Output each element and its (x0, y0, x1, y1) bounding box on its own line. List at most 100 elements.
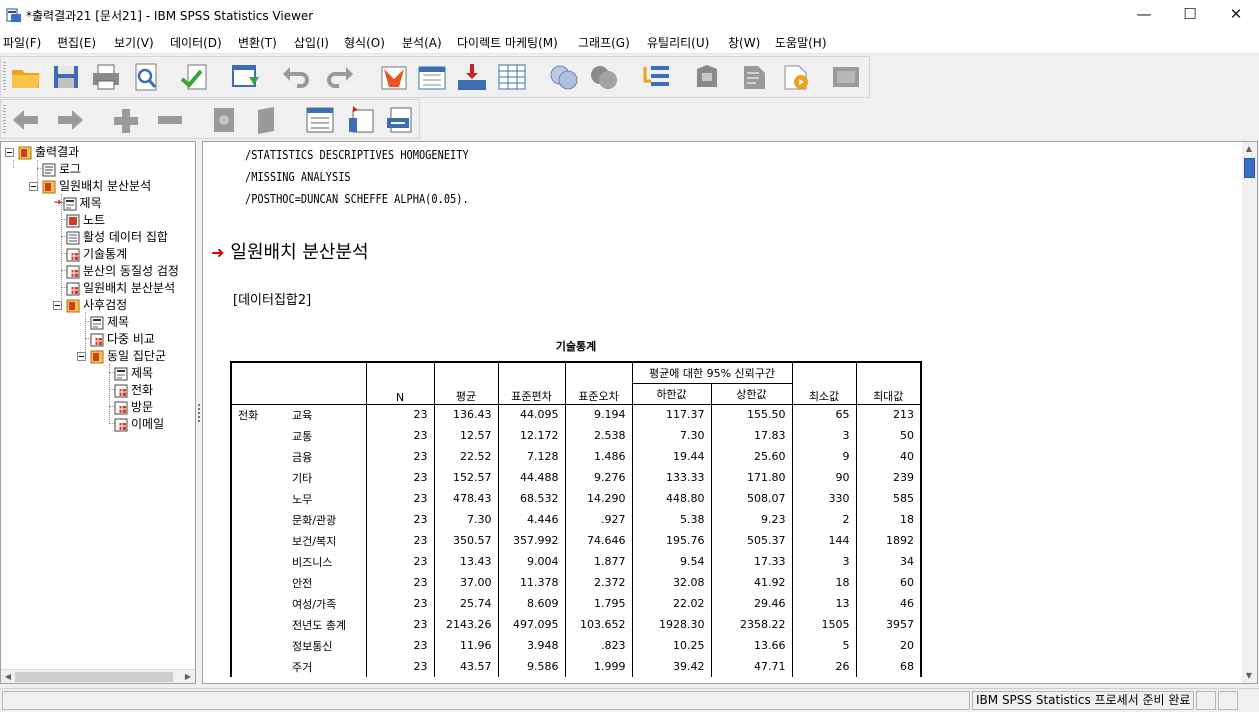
data-editor-icon[interactable] (495, 61, 529, 93)
close-button[interactable]: ✕ (1213, 0, 1259, 30)
insert-title-icon[interactable] (345, 104, 379, 136)
arrow-right-icon: ➜ (211, 243, 225, 262)
menu-data[interactable]: 데이터(D) (170, 34, 222, 51)
run-script-icon[interactable] (691, 61, 725, 93)
outline-horizontal-scrollbar[interactable]: ◀ ▶ (1, 669, 195, 683)
maximize-button[interactable]: ☐ (1167, 0, 1213, 30)
outline-item[interactable]: 동일 집단군 (77, 348, 166, 365)
scroll-left-icon[interactable]: ◀ (1, 670, 15, 683)
hide-icon[interactable] (779, 61, 813, 93)
menu-analyze[interactable]: 분석(A) (402, 34, 442, 51)
forward-icon[interactable] (53, 104, 87, 136)
collapse-toggle-icon[interactable] (29, 182, 38, 191)
value-cell: 40 (855, 446, 922, 467)
value-cell: 5 (791, 635, 856, 656)
outline-item-label: 제목 (79, 196, 102, 210)
print-preview-icon[interactable] (129, 61, 163, 93)
variables-icon[interactable] (455, 61, 489, 93)
outline-item[interactable]: 방문 (114, 399, 153, 416)
menu-edit[interactable]: 편집(E) (57, 34, 96, 51)
menu-help[interactable]: 도움말(H) (775, 34, 827, 51)
outline-item[interactable]: 제목 (90, 314, 129, 331)
outline-item[interactable]: 로그 (42, 161, 81, 178)
collapse-toggle-icon[interactable] (77, 352, 86, 361)
open-folder-icon[interactable] (9, 61, 43, 93)
descriptives-table[interactable]: N 평균 표준편차 표준오차 평균에 대한 95% 신뢰구간 최소값 최대값 하… (230, 361, 922, 677)
menu-format[interactable]: 형식(O) (344, 34, 385, 51)
insert-heading-icon[interactable] (303, 104, 337, 136)
menu-view[interactable]: 보기(V) (114, 34, 154, 51)
menu-direct-marketing[interactable]: 다이렉트 마케팅(M) (457, 34, 558, 51)
toolbar-grip[interactable] (3, 62, 6, 92)
menu-window[interactable]: 창(W) (728, 34, 760, 51)
table-icon (114, 401, 128, 415)
scroll-right-icon[interactable]: ▶ (181, 670, 195, 683)
outline-item[interactable]: 전화 (114, 382, 153, 399)
redo-icon[interactable] (323, 61, 357, 93)
toolbar-grip[interactable] (3, 105, 6, 133)
outline-item-label: 제목 (131, 366, 154, 380)
hide-icon[interactable] (251, 104, 285, 136)
minimize-button[interactable]: — (1121, 0, 1167, 30)
menu-transform[interactable]: 변환(T) (238, 34, 277, 51)
show-all-icon[interactable] (737, 61, 771, 93)
recall-dialog-icon[interactable] (229, 61, 263, 93)
value-cell: 39.42 (631, 656, 711, 677)
collapse-toggle-icon[interactable] (53, 301, 62, 310)
col-header: 최소값 (791, 361, 856, 405)
show-icon[interactable] (207, 104, 241, 136)
save-icon[interactable] (49, 61, 83, 93)
output-icon[interactable] (829, 61, 863, 93)
content-vertical-scrollbar[interactable]: ▲ ▼ (1242, 142, 1257, 683)
col-header: 표준편차 (497, 361, 565, 405)
scroll-down-icon[interactable]: ▼ (1242, 669, 1256, 683)
title-icon (90, 316, 104, 330)
value-cell: 133.33 (631, 467, 711, 488)
split-icon[interactable] (587, 61, 621, 93)
scroll-up-icon[interactable]: ▲ (1242, 142, 1256, 156)
collapse-toggle-icon[interactable] (5, 148, 14, 157)
value-cell: 1892 (855, 530, 922, 551)
outline-item[interactable]: 출력결과 (5, 144, 79, 161)
outline-item[interactable]: 제목 (114, 365, 153, 382)
value-cell: 20 (855, 635, 922, 656)
collapse-icon[interactable] (153, 104, 187, 136)
goto-data-icon[interactable] (377, 61, 411, 93)
outline-item[interactable]: 이메일 (114, 416, 164, 433)
undo-icon[interactable] (279, 61, 313, 93)
select-icon[interactable] (547, 61, 581, 93)
value-cell: 144 (791, 530, 856, 551)
menu-file[interactable]: 파일(F) (3, 34, 41, 51)
menu-graphs[interactable]: 그래프(G) (578, 34, 630, 51)
value-cell: 29.46 (710, 593, 792, 614)
content-scroll-thumb[interactable] (1244, 158, 1255, 178)
category-cell: 기타 (292, 471, 313, 485)
outline-item[interactable]: 노트 (66, 212, 105, 229)
outline-scroll-thumb[interactable] (15, 672, 173, 682)
outline-item[interactable]: ➔ 제목 (54, 195, 102, 212)
goto-case-icon[interactable] (415, 61, 449, 93)
value-cell: 22.02 (631, 593, 711, 614)
back-icon[interactable] (9, 104, 43, 136)
category-cell: 문화/관광 (292, 513, 337, 527)
outline-item[interactable]: 다중 비교 (90, 331, 155, 348)
output-heading[interactable]: ➜ 일원배치 분산분석 (211, 238, 369, 264)
print-icon[interactable] (89, 61, 123, 93)
designate-window-icon[interactable] (639, 61, 673, 93)
outline-item[interactable]: 기술통계 (66, 246, 127, 263)
output-content-pane[interactable]: /STATISTICS DESCRIPTIVES HOMOGENEITY /MI… (202, 141, 1258, 684)
outline-item[interactable]: 일원배치 분산분석 (29, 178, 151, 195)
category-cell: 정보통신 (292, 639, 333, 653)
export-icon[interactable] (179, 61, 213, 93)
outline-pane[interactable]: 출력결과 로그 일원배치 분산분석 ➔ 제목 노트 활성 데이터 집합 기술통계 분산의 동질성… (0, 141, 196, 684)
outline-item[interactable]: 일원배치 분산분석 (66, 280, 175, 297)
outline-item[interactable]: 분산의 동질성 검정 (66, 263, 179, 280)
dataset-label: [데이터집합2] (233, 293, 312, 308)
outline-item[interactable]: 활성 데이터 집합 (66, 229, 168, 246)
insert-text-icon[interactable] (383, 104, 417, 136)
menu-insert[interactable]: 삽입(I) (294, 34, 329, 51)
window-title: *출력결과21 [문서21] - IBM SPSS Statistics Vie… (26, 9, 314, 23)
menu-utilities[interactable]: 유틸리티(U) (647, 34, 709, 51)
outline-item[interactable]: 사후검정 (53, 297, 127, 314)
expand-icon[interactable] (109, 104, 143, 136)
